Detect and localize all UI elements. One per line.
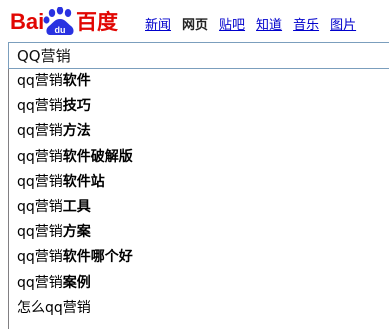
- nav-images[interactable]: 图片: [330, 14, 356, 33]
- suggestion-query: qq营销: [17, 224, 63, 241]
- suggestion-completion: 方案: [62, 224, 91, 241]
- suggestion-dropdown: qq营销软件 qq营销技巧 qq营销方法 qq营销软件破解版 qq营销软件站 q…: [8, 69, 389, 329]
- logo-text-right: 百度: [76, 10, 118, 34]
- svg-text:du: du: [55, 25, 66, 35]
- suggestion-completion: 软件破解版: [62, 148, 133, 165]
- nav-music[interactable]: 音乐: [293, 14, 319, 33]
- nav-web: 网页: [182, 18, 209, 33]
- suggestion-item[interactable]: qq营销软件: [9, 69, 389, 94]
- suggestion-completion: 案例: [62, 274, 91, 291]
- suggestion-completion: 工具: [62, 198, 91, 215]
- suggestion-item[interactable]: qq营销软件哪个好: [9, 245, 389, 270]
- suggestion-item[interactable]: qq营销方法: [9, 119, 389, 144]
- suggestion-item[interactable]: qq营销工具: [9, 195, 389, 220]
- suggestion-query: qq营销: [17, 274, 63, 291]
- suggestion-completion: 软件: [62, 73, 91, 89]
- nav-zhidao[interactable]: 知道: [256, 14, 282, 33]
- suggestion-query: qq营销: [17, 123, 63, 140]
- search-input[interactable]: [9, 43, 389, 68]
- top-nav: 新闻 网页 贴吧 知道 音乐 图片: [145, 14, 367, 33]
- suggestion-completion: 方法: [62, 123, 91, 140]
- suggestion-completion: 软件站: [62, 173, 105, 190]
- suggestion-query: qq营销: [17, 173, 63, 190]
- header: Bai du 百度 新闻 网页 贴吧 知道 音乐 图片: [0, 0, 389, 40]
- suggestion-completion: 软件哪个好: [62, 249, 133, 266]
- suggestion-item[interactable]: qq营销软件站: [9, 170, 389, 195]
- paw-icon: du: [43, 7, 74, 35]
- suggestion-item[interactable]: qq营销案例: [9, 271, 389, 296]
- logo-text-left: Bai: [10, 9, 44, 34]
- suggestion-item[interactable]: qq营销技巧: [9, 94, 389, 119]
- suggestion-query: qq营销: [17, 198, 63, 215]
- nav-news[interactable]: 新闻: [145, 14, 171, 33]
- suggestion-completion: 技巧: [62, 98, 91, 115]
- suggestion-item[interactable]: 怎么qq营销: [9, 296, 389, 321]
- suggestion-query: qq营销: [17, 73, 63, 89]
- suggestion-item[interactable]: qq营销软件破解版: [9, 145, 389, 170]
- nav-tieba[interactable]: 贴吧: [219, 14, 245, 33]
- suggestion-item[interactable]: qq营销方案: [9, 220, 389, 245]
- search-box: [8, 42, 389, 69]
- suggestion-query: qq营销: [17, 148, 63, 165]
- suggestion-query: qq营销: [17, 249, 63, 266]
- suggestion-query: qq营销: [17, 98, 63, 115]
- baidu-logo[interactable]: Bai du 百度: [10, 7, 128, 37]
- suggestion-query: 怎么qq营销: [17, 299, 91, 316]
